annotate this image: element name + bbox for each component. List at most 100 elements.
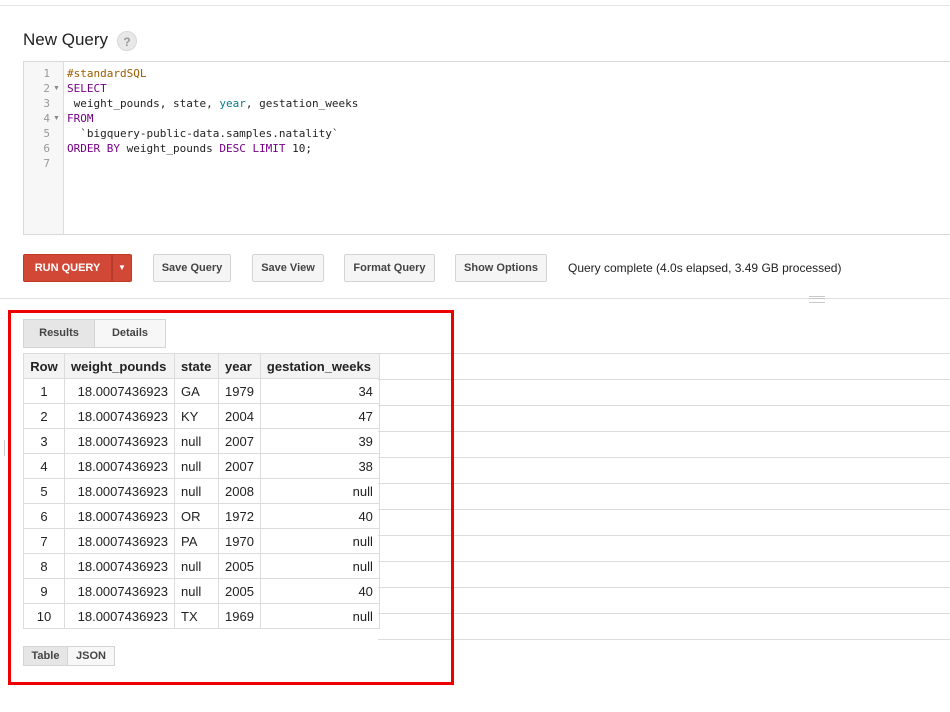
table-cell: 38: [259, 453, 380, 479]
save-query-button[interactable]: Save Query: [153, 254, 231, 282]
row-divider: [378, 535, 950, 536]
table-row: 9 18.0007436923 null 2005 40: [23, 578, 380, 604]
show-options-button[interactable]: Show Options: [455, 254, 547, 282]
table-cell: 8: [23, 553, 65, 579]
row-divider: [378, 483, 950, 484]
code-line[interactable]: FROM: [67, 112, 94, 125]
table-row: 8 18.0007436923 null 2005 null: [23, 553, 380, 579]
table-cell: 18.0007436923: [64, 378, 175, 404]
left-edge-marker: [4, 440, 5, 456]
row-divider: [378, 379, 950, 380]
table-cell: 1969: [218, 603, 261, 629]
tab-details[interactable]: Details: [94, 319, 166, 348]
code-line[interactable]: #standardSQL: [67, 67, 146, 80]
table-cell: 2008: [218, 478, 261, 504]
code-line[interactable]: weight_pounds, state, year, gestation_we…: [67, 97, 359, 110]
row-divider: [378, 561, 950, 562]
table-cell: 1979: [218, 378, 261, 404]
table-cell: 18.0007436923: [64, 428, 175, 454]
view-tab-json[interactable]: JSON: [67, 646, 115, 666]
tab-results[interactable]: Results: [23, 319, 95, 348]
table-cell: 47: [259, 403, 380, 429]
code-token: #standardSQL: [67, 67, 147, 80]
table-cell: 2: [23, 403, 65, 429]
line-number: 4: [43, 112, 50, 125]
fold-arrow-icon[interactable]: ▼: [53, 115, 60, 122]
sql-editor[interactable]: 1 2 ▼ 3 4 ▼ 5 6 7 #standardSQL SELECT weight_poun…: [23, 61, 950, 235]
code-token: SELECT: [67, 82, 107, 95]
page-title: New Query: [23, 30, 109, 49]
code-token: weight_pounds, state,: [67, 97, 220, 110]
row-divider: [378, 457, 950, 458]
results-table: Row weight_pounds state year gestation_w…: [23, 353, 380, 629]
table-cell: 18.0007436923: [64, 603, 175, 629]
table-cell: 2007: [218, 453, 261, 479]
format-query-button[interactable]: Format Query: [344, 254, 435, 282]
code-line[interactable]: ORDER BY weight_pounds DESC LIMIT 10;: [67, 142, 312, 155]
table-row: 6 18.0007436923 OR 1972 40: [23, 503, 380, 529]
column-header-row[interactable]: Row: [23, 353, 65, 379]
code-line[interactable]: `bigquery-public-data.samples.natality`: [67, 127, 339, 140]
table-cell: 18.0007436923: [64, 453, 175, 479]
table-row: 5 18.0007436923 null 2008 null: [23, 478, 380, 504]
table-cell: 34: [259, 378, 380, 404]
code-token: , gestation_weeks: [245, 97, 359, 110]
row-divider: [378, 431, 950, 432]
table-cell: 1: [23, 378, 65, 404]
table-cell: null: [174, 478, 219, 504]
code-token: DESC LIMIT: [219, 142, 286, 155]
table-header-row: Row weight_pounds state year gestation_w…: [23, 353, 380, 379]
query-status-text: Query complete (4.0s elapsed, 3.49 GB pr…: [568, 261, 842, 275]
help-icon[interactable]: ?: [117, 31, 137, 51]
line-number: 6: [43, 142, 50, 155]
column-header-gestation-weeks[interactable]: gestation_weeks: [259, 353, 380, 379]
table-cell: null: [259, 478, 380, 504]
row-divider: [378, 405, 950, 406]
table-cell: GA: [174, 378, 219, 404]
column-header-state[interactable]: state: [174, 353, 219, 379]
line-number: 2: [43, 82, 50, 95]
table-cell: 10: [23, 603, 65, 629]
row-divider: [378, 639, 950, 640]
top-border: [0, 5, 950, 6]
table-row: 3 18.0007436923 null 2007 39: [23, 428, 380, 454]
code-token: weight_pounds: [119, 142, 220, 155]
table-cell: null: [259, 553, 380, 579]
table-cell: null: [259, 528, 380, 554]
table-cell: PA: [174, 528, 219, 554]
table-cell: 7: [23, 528, 65, 554]
table-cell: 18.0007436923: [64, 578, 175, 604]
table-cell: null: [259, 603, 380, 629]
row-divider: [378, 353, 950, 354]
table-cell: 4: [23, 453, 65, 479]
fold-arrow-icon[interactable]: ▼: [53, 85, 60, 92]
table-cell: null: [174, 553, 219, 579]
code-token: `bigquery-public-data.samples.natality`: [67, 127, 339, 140]
table-cell: 2004: [218, 403, 261, 429]
save-view-button[interactable]: Save View: [252, 254, 324, 282]
column-header-weight-pounds[interactable]: weight_pounds: [64, 353, 175, 379]
table-row: 1 18.0007436923 GA 1979 34: [23, 378, 380, 404]
table-row: 2 18.0007436923 KY 2004 47: [23, 403, 380, 429]
row-divider: [378, 613, 950, 614]
table-cell: TX: [174, 603, 219, 629]
row-divider: [378, 509, 950, 510]
row-divider: [378, 587, 950, 588]
table-cell: KY: [174, 403, 219, 429]
table-cell: 18.0007436923: [64, 553, 175, 579]
table-cell: 1972: [218, 503, 261, 529]
table-cell: 18.0007436923: [64, 528, 175, 554]
run-query-button[interactable]: RUN QUERY: [23, 254, 112, 282]
column-header-year[interactable]: year: [218, 353, 261, 379]
table-cell: 2005: [218, 578, 261, 604]
code-token: ORDER BY: [67, 142, 120, 155]
code-line[interactable]: SELECT: [67, 82, 107, 95]
table-cell: 6: [23, 503, 65, 529]
code-token: FROM: [67, 112, 94, 125]
line-number: 1: [43, 67, 50, 80]
run-query-dropdown[interactable]: ▼: [112, 254, 132, 282]
table-cell: 2005: [218, 553, 261, 579]
table-cell: 1970: [218, 528, 261, 554]
resize-handle-icon[interactable]: [809, 296, 825, 303]
view-tab-table[interactable]: Table: [23, 646, 68, 666]
